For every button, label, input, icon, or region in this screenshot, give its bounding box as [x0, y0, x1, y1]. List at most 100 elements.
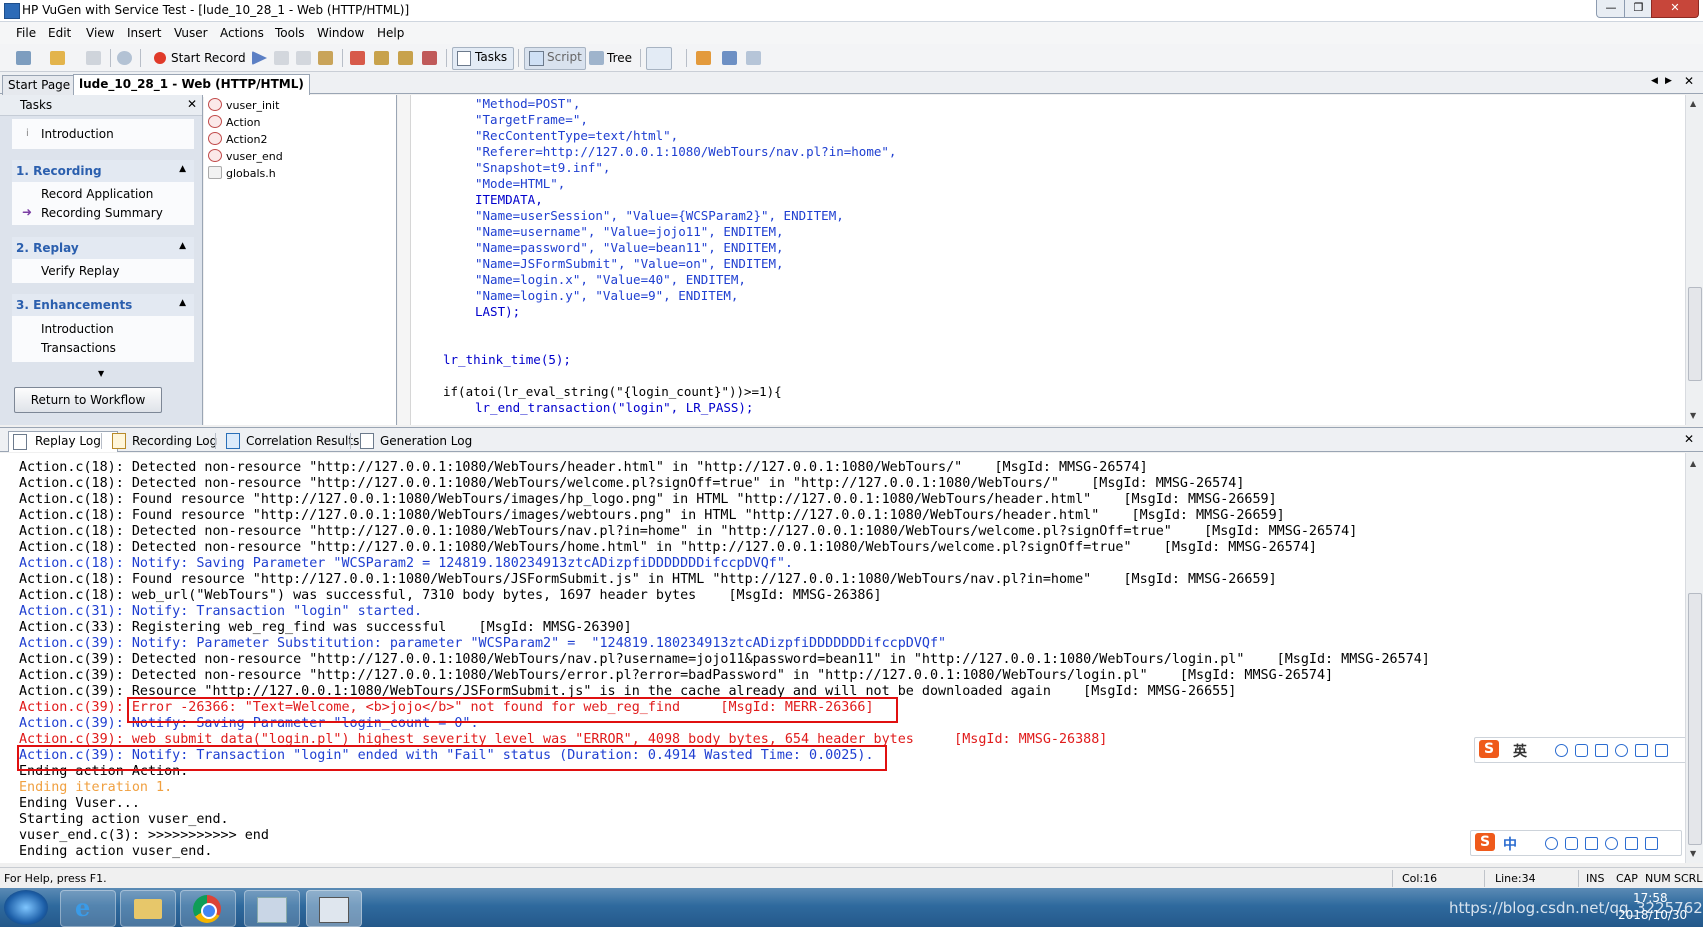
editor-scrollbar[interactable]: ▲ ▼ [1685, 95, 1703, 425]
return-to-workflow-button[interactable]: Return to Workflow [14, 387, 162, 413]
header-file-icon [208, 166, 222, 179]
collapse-icon[interactable]: ▲ [179, 164, 186, 174]
keyboard-icon[interactable] [1585, 837, 1598, 850]
close-tab-icon[interactable]: ✕ [1684, 74, 1694, 88]
code-line: lr_think_time(5); [443, 352, 571, 367]
log-scrollbar[interactable]: ▲ ▼ [1685, 453, 1703, 863]
close-output-icon[interactable]: ✕ [1684, 432, 1694, 446]
task-verify-replay[interactable]: Verify Replay [41, 264, 119, 278]
close-button[interactable]: ✕ [1651, 0, 1699, 18]
scroll-thumb[interactable] [1688, 593, 1702, 845]
wrench-icon[interactable] [1645, 837, 1658, 850]
tab-recording-log[interactable]: Recording Log [108, 431, 228, 451]
keyboard-icon[interactable] [1595, 744, 1608, 757]
open-folder-icon[interactable] [50, 51, 65, 65]
vugen-taskbar-icon[interactable] [306, 890, 362, 927]
replay-log[interactable]: Action.c(18): Detected non-resource "htt… [0, 453, 1703, 863]
rendezvous-icon[interactable] [422, 51, 437, 65]
transaction-start-icon[interactable] [374, 51, 389, 65]
scroll-down-icon[interactable]: ▼ [1690, 849, 1696, 858]
menu-tools[interactable]: Tools [275, 26, 305, 40]
file-vuser-init[interactable]: vuser_init [208, 98, 279, 112]
find-icon[interactable] [117, 51, 132, 65]
app-taskbar-icon[interactable] [244, 890, 300, 927]
scroll-down-icon[interactable]: ▼ [1690, 411, 1696, 420]
start-button-icon[interactable] [4, 890, 48, 925]
menu-help[interactable]: Help [377, 26, 404, 40]
code-line: "Referer=http://127.0.0.1:1080/WebTours/… [475, 144, 897, 159]
file-action[interactable]: Action [208, 115, 260, 129]
explorer-taskbar-icon[interactable] [120, 890, 176, 927]
tab-start-page[interactable]: Start Page [2, 75, 77, 96]
new-script-icon[interactable] [16, 51, 31, 65]
snapshot-icon[interactable] [696, 51, 711, 65]
mic-icon[interactable] [1565, 837, 1578, 850]
action-file-icon [208, 115, 222, 128]
collapse-icon[interactable]: ▲ [179, 298, 186, 308]
start-record-button[interactable]: Start Record [171, 51, 246, 65]
tab-script[interactable]: lude_10_28_1 - Web (HTTP/HTML) [73, 74, 310, 97]
task-record-application[interactable]: Record Application [41, 187, 153, 201]
mic-icon[interactable] [1575, 744, 1588, 757]
menu-window[interactable]: Window [317, 26, 364, 40]
user-icon[interactable] [1605, 837, 1618, 850]
emoji-icon[interactable] [1555, 744, 1568, 757]
clock-date[interactable]: 2018/10/30 [1618, 908, 1687, 922]
collapse-icon[interactable]: ▲ [179, 241, 186, 251]
file-action2[interactable]: Action2 [208, 132, 267, 146]
tasks-button[interactable]: Tasks [452, 47, 514, 70]
scroll-up-icon[interactable]: ▲ [1690, 459, 1696, 468]
scroll-thumb[interactable] [1688, 287, 1702, 381]
maximize-button[interactable]: ❐ [1624, 0, 1653, 18]
chrome-taskbar-icon[interactable] [180, 890, 236, 927]
tab-generation-log[interactable]: Generation Log [356, 431, 486, 451]
task-group-title[interactable]: 1. Recording [16, 164, 102, 178]
task-recording-summary[interactable]: Recording Summary [41, 206, 163, 220]
tree-view-button[interactable]: Tree [607, 51, 632, 65]
task-group-title[interactable]: 3. Enhancements [16, 298, 132, 312]
stop-icon[interactable] [274, 51, 289, 65]
layout-toggle-button[interactable] [646, 47, 672, 70]
tab-correlation-results[interactable]: Correlation Results [222, 431, 364, 451]
skin-icon[interactable] [1635, 744, 1648, 757]
transaction-end-icon[interactable] [398, 51, 413, 65]
ie-taskbar-icon[interactable]: e [60, 890, 116, 927]
minimize-button[interactable]: — [1596, 0, 1626, 18]
breakpoint-icon[interactable] [350, 51, 365, 65]
menu-view[interactable]: View [86, 26, 114, 40]
task-introduction[interactable]: ⅰ Introduction [12, 119, 194, 149]
menu-edit[interactable]: Edit [48, 26, 71, 40]
task-enh-introduction[interactable]: Introduction [41, 322, 114, 336]
user-icon[interactable] [1615, 744, 1628, 757]
status-column: Col:16 [1402, 872, 1438, 885]
menu-file[interactable]: File [16, 26, 36, 40]
skin-icon[interactable] [1625, 837, 1638, 850]
record-icon [154, 52, 166, 64]
tab-scroll-left-icon[interactable]: ◀ [1651, 76, 1658, 86]
task-group-title[interactable]: 2. Replay [16, 241, 79, 255]
ime-toolbar[interactable]: S 英 [1474, 737, 1692, 763]
play-icon[interactable] [252, 51, 267, 65]
menu-insert[interactable]: Insert [127, 26, 161, 40]
pause-icon[interactable] [296, 51, 311, 65]
correlation-icon [226, 433, 240, 449]
scroll-up-icon[interactable]: ▲ [1690, 99, 1696, 108]
task-transactions[interactable]: Transactions [41, 341, 116, 355]
code-editor[interactable]: "Method=POST", "TargetFrame=", "RecConte… [398, 95, 1703, 425]
file-globals-h[interactable]: globals.h [208, 166, 276, 180]
save-icon[interactable] [86, 51, 101, 65]
tab-scroll-right-icon[interactable]: ▶ [1665, 76, 1672, 86]
correlation-icon[interactable] [722, 51, 737, 65]
menu-actions[interactable]: Actions [220, 26, 264, 40]
scroll-down-icon[interactable]: ▼ [98, 369, 104, 378]
ime-toolbar-secondary[interactable]: S 中 [1470, 830, 1682, 856]
emoji-icon[interactable] [1545, 837, 1558, 850]
script-view-button[interactable]: Script [524, 47, 586, 70]
step-icon[interactable] [318, 51, 333, 65]
clock-time[interactable]: 17:58 [1633, 891, 1668, 905]
tasks-close-icon[interactable]: ✕ [187, 97, 197, 111]
grid-icon[interactable] [1655, 744, 1668, 757]
file-vuser-end[interactable]: vuser_end [208, 149, 283, 163]
runtime-settings-icon[interactable] [746, 51, 761, 65]
menu-vuser[interactable]: Vuser [174, 26, 208, 40]
